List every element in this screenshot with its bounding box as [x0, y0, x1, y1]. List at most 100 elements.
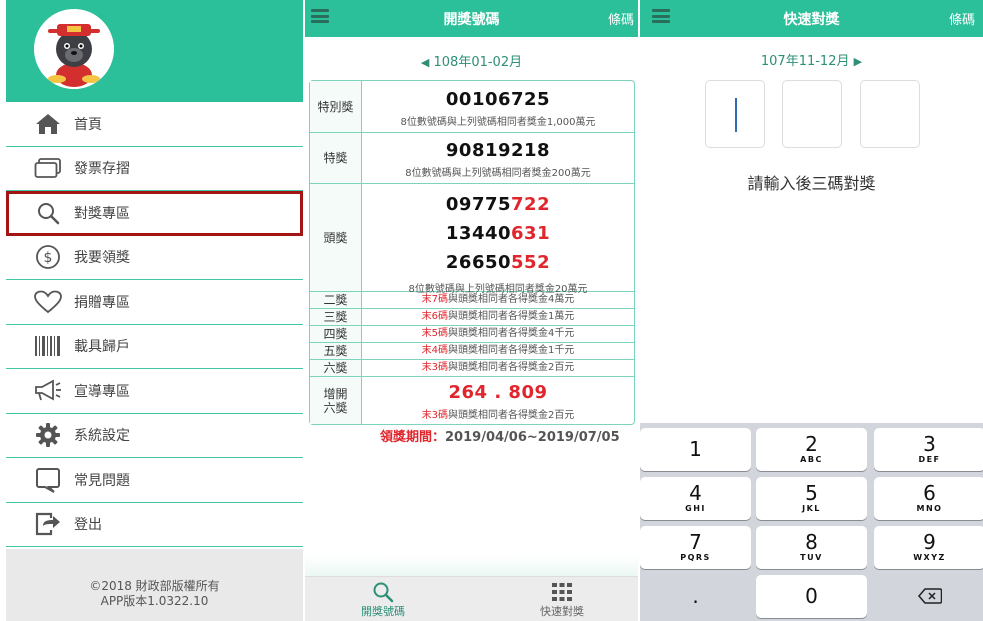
claim-period: 領獎期間：2019/04/06~2019/07/05 — [380, 426, 620, 445]
menu-item-invoice-book[interactable]: 發票存摺 — [6, 147, 303, 191]
menu-item-logout[interactable]: 登出 — [6, 503, 303, 547]
quick-check-panel: 快速對獎 條碼 107年11-12月 ▶ 請輸入後三碼對獎 1 2 ABC 3 DE… — [640, 0, 983, 621]
key-dot[interactable]: . — [640, 575, 751, 618]
menu-header — [6, 0, 303, 102]
prize-desc: 8位數號碼與上列號碼相同者獎金200萬元 — [405, 168, 591, 179]
text-cursor — [735, 98, 737, 132]
prize-table: 特別獎 00106725 8位數號碼與上列號碼相同者獎金1,000萬元 特獎 9… — [309, 80, 635, 425]
search-icon — [34, 199, 62, 227]
page-title: 開獎號碼 — [443, 12, 500, 28]
claim-period-value: 2019/04/06~2019/07/05 — [445, 430, 620, 445]
prize-label: 四獎 — [310, 326, 362, 342]
svg-text:$: $ — [44, 250, 53, 266]
grand-prize-number: 90819218 — [445, 140, 551, 161]
backspace-icon — [874, 575, 983, 608]
menu-item-donation[interactable]: 捐贈專區 — [6, 280, 303, 325]
lower-prize-row: 二獎 末7碼與頭獎相同者各得獎金4萬元 — [310, 292, 634, 309]
special-prize-number: 00106725 — [445, 89, 551, 110]
key-backspace[interactable] — [874, 575, 983, 618]
page-title: 快速對獎 — [783, 12, 840, 28]
gear-icon — [34, 421, 62, 449]
question-icon — [34, 466, 62, 494]
menu-item-promotion[interactable]: 宣導專區 — [6, 369, 303, 414]
menu-item-settings[interactable]: 系統設定 — [6, 414, 303, 458]
grand-prize-row: 特獎 90819218 8位數號碼與上列號碼相同者獎金200萬元 — [310, 133, 634, 184]
menu-item-carrier[interactable]: 載具歸戶 — [6, 325, 303, 369]
key-3[interactable]: 3 DEF — [874, 428, 983, 471]
menu-label: 登出 — [74, 517, 102, 534]
next-period-arrow-icon[interactable]: ▶ — [854, 55, 862, 68]
first-prize-number: 26650552 — [445, 252, 551, 273]
card-icon — [34, 154, 62, 182]
menu-label: 發票存摺 — [74, 161, 130, 178]
menu-item-claim-prize[interactable]: $ 我要領獎 — [6, 236, 303, 280]
heart-icon — [34, 288, 62, 316]
prize-desc: 末4碼與頭獎相同者各得獎金1千元 — [421, 345, 575, 356]
digit-input-1[interactable] — [705, 80, 765, 148]
lower-prize-row: 五獎 末4碼與頭獎相同者各得獎金1千元 — [310, 343, 634, 360]
extra-prize-numbers: 264 . 809 — [448, 382, 548, 403]
key-7[interactable]: 7 PQRS — [640, 526, 751, 569]
prize-label: 三獎 — [310, 309, 362, 325]
digit-input-3[interactable] — [860, 80, 920, 148]
barcode-button[interactable]: 條碼 — [949, 9, 975, 28]
extra-prize-row: 增開 六獎 264 . 809 末3碼與頭獎相同者各得獎金2百元 — [310, 377, 634, 424]
menu-label: 載具歸戶 — [74, 339, 130, 356]
key-9[interactable]: 9 WXYZ — [874, 526, 983, 569]
home-icon — [34, 110, 62, 138]
side-menu-panel: 首頁 發票存摺 對獎專區 $ 我要領獎 捐贈專區 載具歸戶 宣導專區 系統設定 … — [6, 0, 303, 621]
prize-label: 增開 六獎 — [310, 377, 362, 424]
prize-desc: 末3碼與頭獎相同者各得獎金2百元 — [421, 410, 575, 421]
menu-footer: ©2018 財政部版權所有 APP版本1.0322.10 — [6, 549, 303, 621]
bottom-nav: 開獎號碼 快速對獎 — [305, 576, 638, 621]
menu-label: 宣導專區 — [74, 383, 130, 400]
prize-desc: 8位數號碼與上列號碼相同者獎金1,000萬元 — [400, 117, 596, 128]
menu-label: 常見問題 — [74, 472, 130, 489]
menu-item-prize-check[interactable]: 對獎專區 — [6, 191, 303, 236]
prize-label: 頭獎 — [310, 184, 362, 291]
first-prize-number: 13440631 — [445, 223, 551, 244]
digit-input-2[interactable] — [782, 80, 842, 148]
numeric-keypad: 1 2 ABC 3 DEF 4 GHI 5 JKL 6 MNO 7 PQRS 8 TUV 9W… — [640, 423, 983, 621]
key-1[interactable]: 1 — [640, 428, 751, 471]
barcode-button[interactable]: 條碼 — [608, 9, 634, 28]
prize-label: 六獎 — [310, 360, 362, 376]
menu-item-home[interactable]: 首頁 — [6, 102, 303, 147]
menu-label: 捐贈專區 — [74, 294, 130, 311]
special-prize-row: 特別獎 00106725 8位數號碼與上列號碼相同者獎金1,000萬元 — [310, 81, 634, 133]
copyright-text: ©2018 財政部版權所有 — [89, 579, 220, 593]
megaphone-icon — [34, 377, 62, 405]
key-6[interactable]: 6 MNO — [874, 477, 983, 520]
prize-desc: 末7碼與頭獎相同者各得獎金4萬元 — [421, 294, 575, 305]
prize-desc: 末5碼與頭獎相同者各得獎金4千元 — [421, 328, 575, 339]
key-8[interactable]: 8 TUV — [756, 526, 867, 569]
nav-quick-check[interactable]: 快速對獎 — [512, 581, 612, 619]
key-4[interactable]: 4 GHI — [640, 477, 751, 520]
prize-label: 五獎 — [310, 343, 362, 359]
top-bar: 快速對獎 條碼 — [640, 0, 983, 37]
key-2[interactable]: 2 ABC — [756, 428, 867, 471]
claim-period-label: 領獎期間： — [380, 430, 446, 445]
menu-item-faq[interactable]: 常見問題 — [6, 458, 303, 503]
prize-desc: 末3碼與頭獎相同者各得獎金2百元 — [421, 362, 575, 373]
period-label: 108年01-02月 — [433, 55, 523, 70]
period-selector: 107年11-12月 ▶ — [640, 50, 983, 69]
prompt-text: 請輸入後三碼對獎 — [747, 174, 876, 193]
menu-label: 首頁 — [74, 116, 102, 133]
prev-period-arrow-icon[interactable]: ◀ — [421, 56, 429, 69]
key-5[interactable]: 5 JKL — [756, 477, 867, 520]
first-prize-number: 09775722 — [445, 194, 551, 215]
menu-label: 系統設定 — [74, 428, 130, 445]
lower-prize-row: 四獎 末5碼與頭獎相同者各得獎金4千元 — [310, 326, 634, 343]
dollar-icon: $ — [34, 243, 62, 271]
menu-label: 我要領獎 — [74, 250, 130, 267]
mascot-avatar — [34, 9, 114, 89]
top-bar: 開獎號碼 條碼 — [305, 0, 638, 37]
menu-label: 對獎專區 — [74, 205, 130, 222]
nav-draw-numbers[interactable]: 開獎號碼 — [333, 581, 433, 619]
key-0[interactable]: 0 — [756, 575, 867, 618]
lower-prize-row: 三獎 末6碼與頭獎相同者各得獎金1萬元 — [310, 309, 634, 326]
prize-desc: 末6碼與頭獎相同者各得獎金1萬元 — [421, 311, 575, 322]
barcode-icon — [34, 332, 62, 360]
logout-icon — [34, 510, 62, 538]
